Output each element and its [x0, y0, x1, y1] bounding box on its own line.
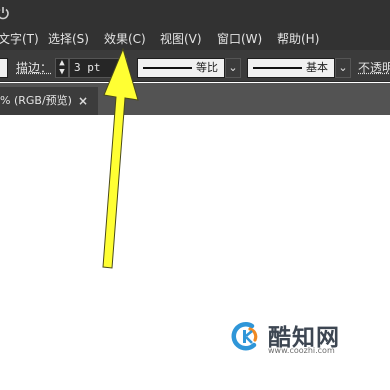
coozhi-logo-icon	[231, 322, 258, 351]
watermark-url: www.coozhi.com	[268, 346, 335, 355]
